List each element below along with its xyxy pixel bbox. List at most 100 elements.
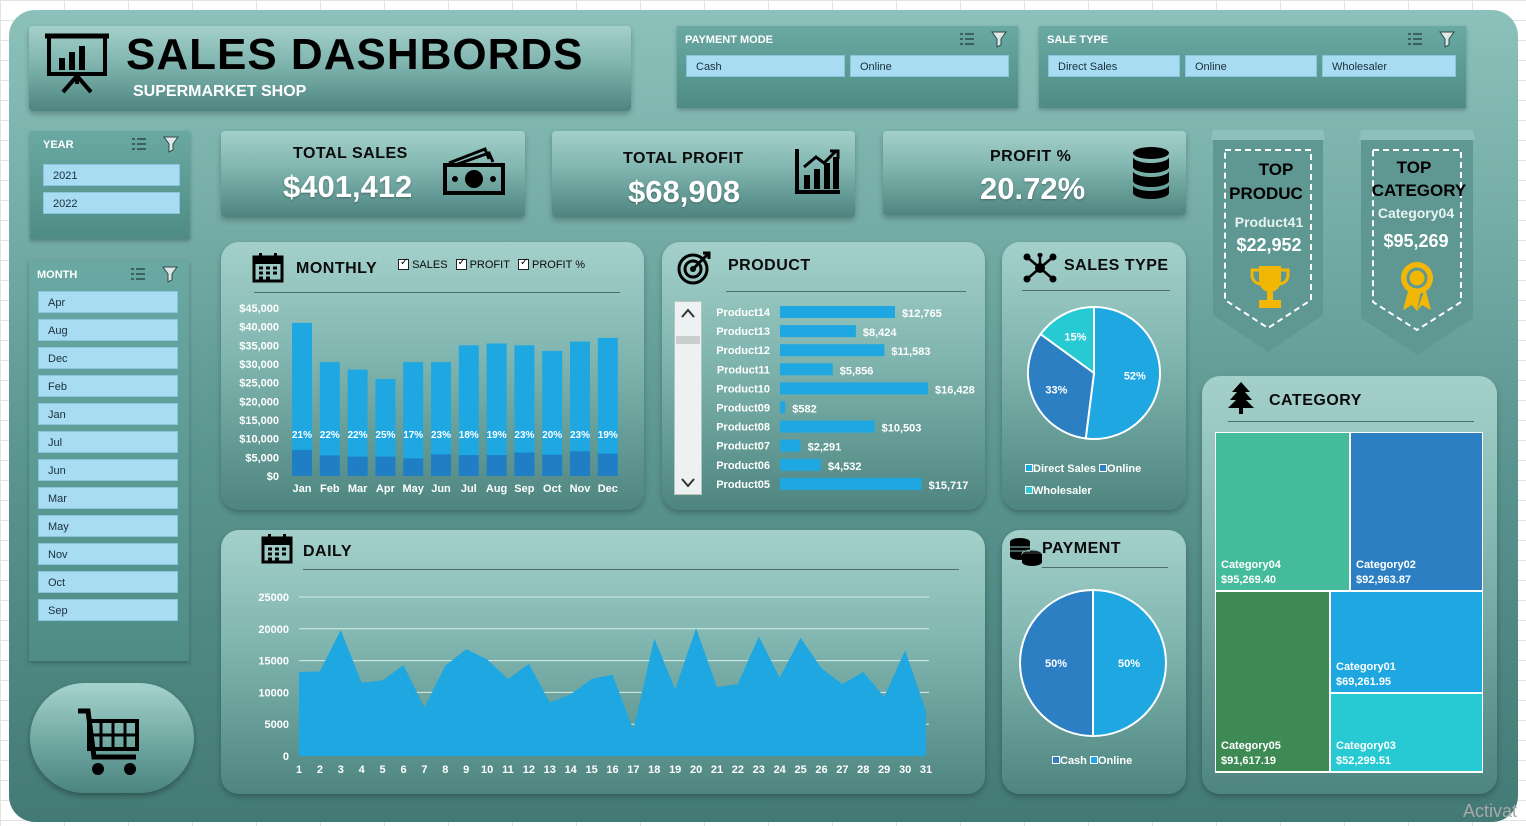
x-tick-label: Jan <box>293 483 312 495</box>
slicer-option-direct-sales[interactable]: Direct Sales <box>1048 55 1180 77</box>
profit-pct-label: 19% <box>598 430 618 441</box>
multi-select-icon[interactable] <box>130 135 148 153</box>
slicer-option-online[interactable]: Online <box>850 55 1009 77</box>
clear-filter-icon[interactable] <box>1438 30 1456 48</box>
legend-online: Online <box>1099 463 1141 475</box>
kpi-total-profit: TOTAL PROFIT $68,908 <box>552 131 855 217</box>
scroll-up-icon[interactable] <box>681 308 695 318</box>
legend-direct-sales: Direct Sales <box>1025 463 1096 475</box>
slicer-option-cash[interactable]: Cash <box>686 55 845 77</box>
x-tick-label: May <box>402 483 424 495</box>
slicer-option-sep[interactable]: Sep <box>38 599 178 621</box>
x-tick-label: Jun <box>431 483 451 495</box>
slicer-option-online[interactable]: Online <box>1185 55 1317 77</box>
multi-select-icon[interactable] <box>958 30 976 48</box>
product-bar <box>780 325 856 338</box>
x-tick-label: 21 <box>711 764 723 776</box>
x-tick-label: 25 <box>794 764 806 776</box>
clear-filter-icon[interactable] <box>162 135 180 153</box>
product-bar <box>780 420 875 433</box>
profit-pct-label: 22% <box>348 430 368 441</box>
y-tick-label: 10000 <box>258 687 289 699</box>
slicer-option-apr[interactable]: Apr <box>38 291 178 313</box>
legend-online: Online <box>1089 755 1132 767</box>
product-label: Product12 <box>716 345 770 357</box>
sales-type-card: SALES TYPE 52% 33% 15% Direct Sales Online… <box>1002 242 1186 510</box>
dashboard-title: SALES DASHBORDS <box>126 30 584 79</box>
slicer-option-mar[interactable]: Mar <box>38 487 178 509</box>
slicer-option-jul[interactable]: Jul <box>38 431 178 453</box>
slicer-option-nov[interactable]: Nov <box>38 543 178 565</box>
scroll-down-icon[interactable] <box>681 478 695 488</box>
treemap-value: $91,617.19 <box>1221 755 1276 767</box>
slicer-option-2022[interactable]: 2022 <box>43 192 180 214</box>
x-tick-label: 3 <box>338 764 344 776</box>
x-tick-label: Feb <box>320 483 340 495</box>
y-tick-label: $5,000 <box>245 452 279 464</box>
slicer-option-aug[interactable]: Aug <box>38 319 178 341</box>
profit-bar <box>319 455 340 476</box>
daily-chart-title: DAILY <box>303 543 353 560</box>
x-tick-label: 18 <box>648 764 660 776</box>
top-product-name: Product41 <box>1234 214 1304 230</box>
product-bar <box>780 363 833 376</box>
treemap-label: Category05 <box>1221 740 1281 752</box>
y-tick-label: $25,000 <box>239 378 279 390</box>
clear-filter-icon[interactable] <box>990 30 1008 48</box>
payment-card: PAYMENT 50% 50% Cash Online <box>1002 530 1186 794</box>
profit-bar <box>542 454 563 476</box>
product-value-label: $4,532 <box>828 461 862 473</box>
x-tick-label: 7 <box>421 764 427 776</box>
multi-select-icon[interactable] <box>129 265 147 283</box>
product-scrollbar[interactable] <box>674 301 702 495</box>
profit-bar <box>292 449 312 476</box>
slicer-option-jun[interactable]: Jun <box>38 459 178 481</box>
multi-select-icon[interactable] <box>1406 30 1424 48</box>
slicer-option-may[interactable]: May <box>38 515 178 537</box>
product-label: Product09 <box>716 403 770 415</box>
top-category-title-line2: CATEGORY <box>1371 181 1467 200</box>
product-label: Product10 <box>716 383 770 395</box>
sales-type-label: 52% <box>1124 371 1146 383</box>
trophy-icon <box>1250 266 1290 308</box>
sales-type-legend: Direct Sales Online Wholesaler <box>1025 458 1175 502</box>
product-label: Product07 <box>716 441 770 453</box>
slicer-option-2021[interactable]: 2021 <box>43 164 180 186</box>
x-tick-label: 22 <box>732 764 744 776</box>
y-tick-label: $35,000 <box>239 340 279 352</box>
y-tick-label: $20,000 <box>239 396 279 408</box>
award-badge-icon <box>1401 262 1433 311</box>
cart-button[interactable] <box>30 683 194 793</box>
profit-pct-label: 20% <box>542 430 562 441</box>
clear-filter-icon[interactable] <box>161 265 179 283</box>
legend-profit-checkbox[interactable]: PROFIT <box>455 257 510 271</box>
scroll-thumb[interactable] <box>676 336 700 344</box>
x-tick-label: 26 <box>815 764 827 776</box>
x-tick-label: 29 <box>878 764 890 776</box>
x-tick-label: Aug <box>486 483 507 495</box>
category-treemap: Category04 $95,269.40 Category02 $92,963.87… <box>1215 432 1483 773</box>
product-label: Product14 <box>716 307 771 319</box>
y-tick-label: 15000 <box>258 656 289 668</box>
kpi-total-sales: TOTAL SALES $401,412 <box>221 131 525 217</box>
payment-legend: Cash Online <box>1052 755 1132 767</box>
slicer-option-wholesaler[interactable]: Wholesaler <box>1322 55 1456 77</box>
x-tick-label: 17 <box>627 764 639 776</box>
profit-pct-label: 25% <box>375 430 395 441</box>
slicer-option-oct[interactable]: Oct <box>38 571 178 593</box>
legend-sales-checkbox[interactable]: SALES <box>398 257 448 271</box>
profit-bar <box>570 451 590 476</box>
category-title: CATEGORY <box>1269 392 1362 409</box>
slicer-option-jan[interactable]: Jan <box>38 403 178 425</box>
treemap-value: $52,299.51 <box>1336 755 1391 767</box>
slicer-option-dec[interactable]: Dec <box>38 347 178 369</box>
monthly-chart-title: MONTHLY <box>296 260 378 277</box>
x-tick-label: 19 <box>669 764 681 776</box>
treemap-value: $69,261.95 <box>1336 676 1391 688</box>
x-tick-label: 1 <box>296 764 302 776</box>
slicer-option-feb[interactable]: Feb <box>38 375 178 397</box>
shopping-cart-icon <box>78 708 139 775</box>
kpi-profit-percent-label: PROFIT % <box>990 148 1072 165</box>
legend-profit-pct-checkbox[interactable]: PROFIT % <box>517 257 585 271</box>
monthly-legend: SALES PROFIT PROFIT % <box>398 257 585 271</box>
